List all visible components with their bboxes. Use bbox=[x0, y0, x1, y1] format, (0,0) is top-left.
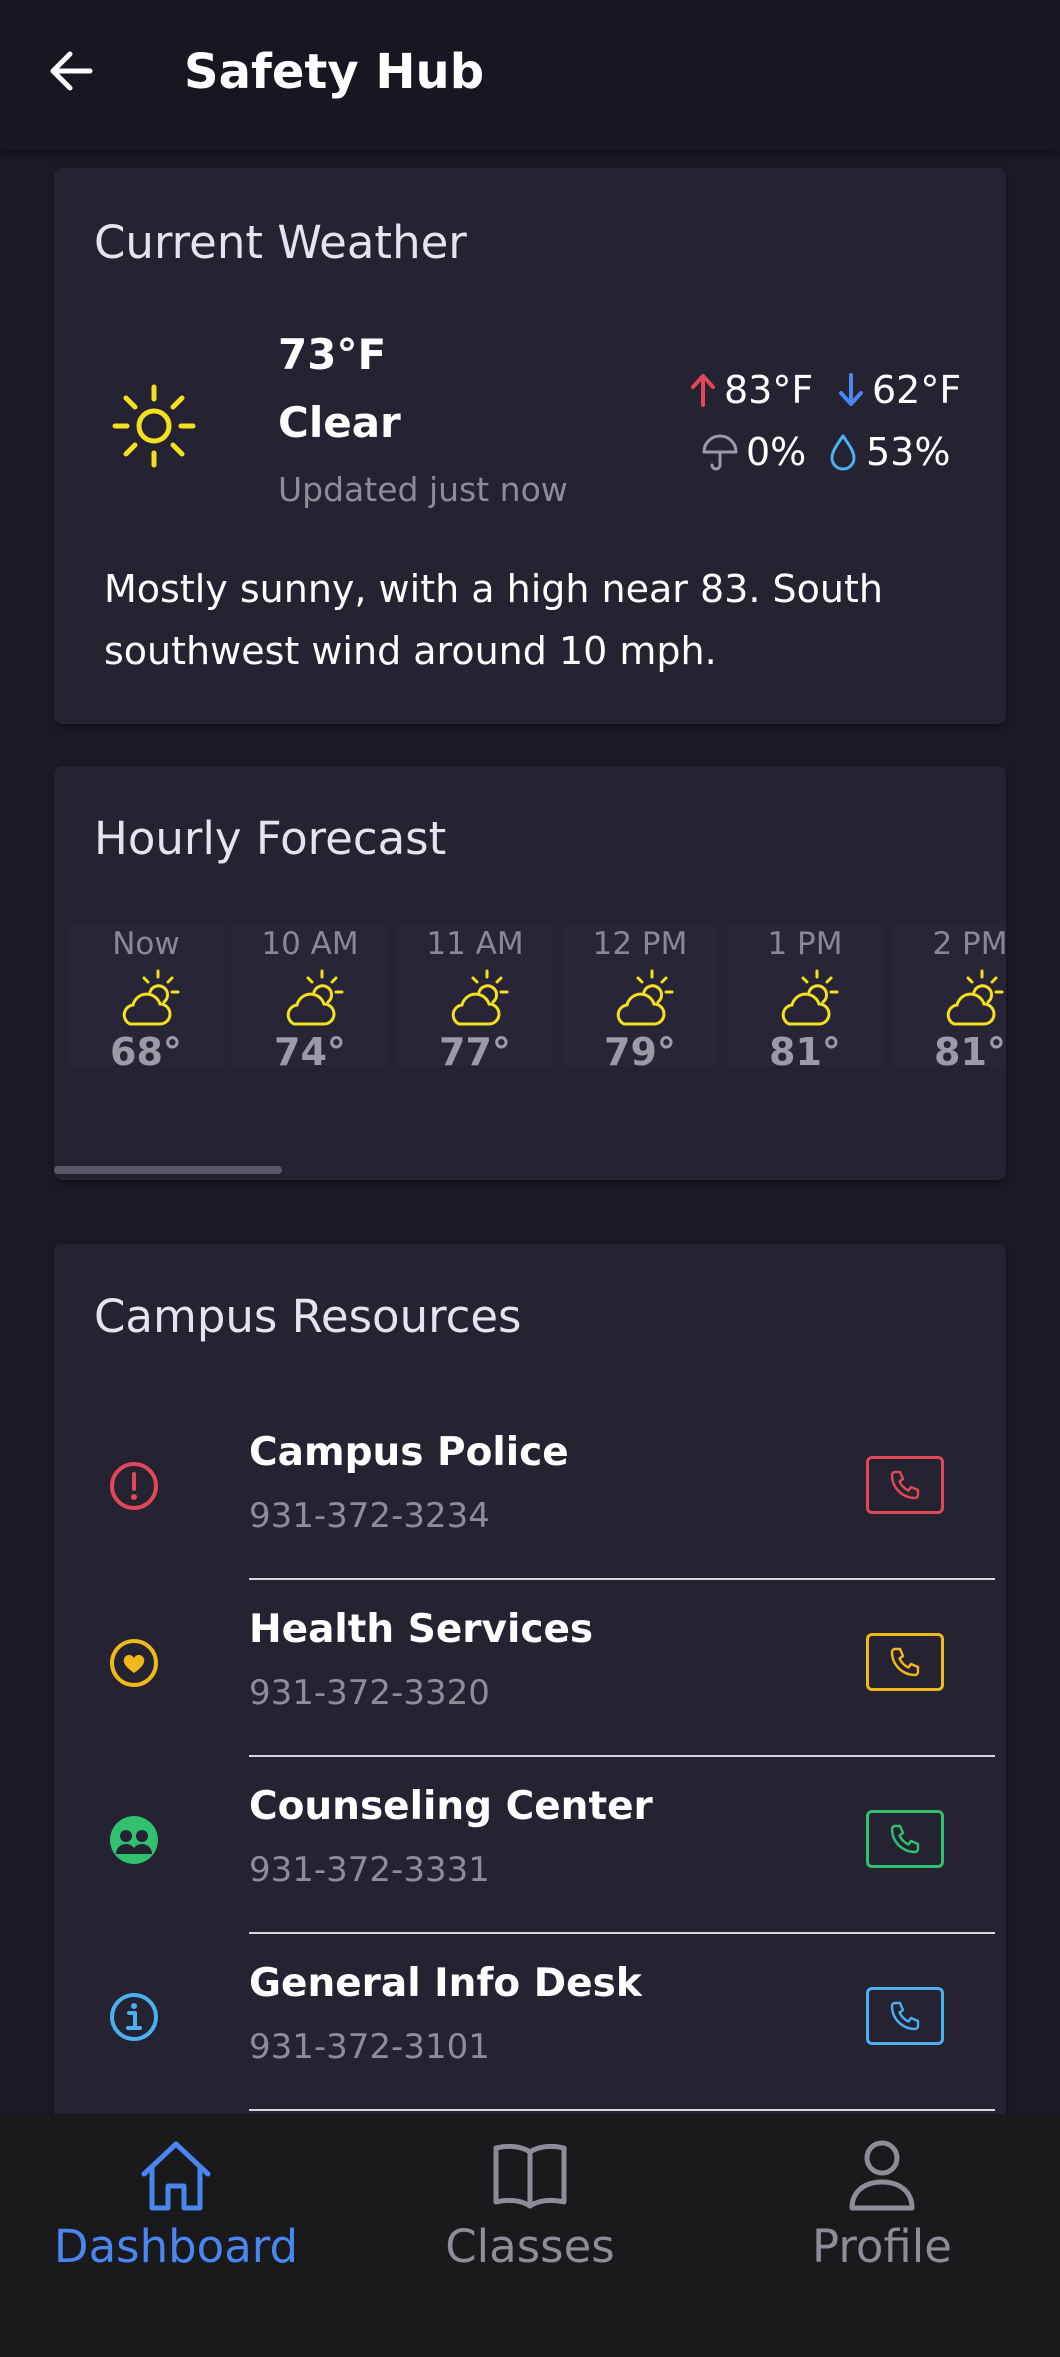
nav-classes[interactable]: Classes bbox=[380, 2136, 680, 2286]
hour-label: 12 PM bbox=[592, 926, 688, 962]
resource-row-health-services: Health Services 931-372-3320 bbox=[54, 1581, 1006, 1757]
page-title: Safety Hub bbox=[184, 44, 485, 100]
high-temp-stat: 83°F bbox=[688, 368, 813, 412]
umbrella-icon bbox=[702, 434, 738, 471]
book-icon bbox=[493, 2143, 567, 2209]
heart-circle-icon bbox=[110, 1639, 158, 1687]
hour-temp: 79° bbox=[604, 1030, 676, 1074]
hour-item[interactable]: 11 AM 77° bbox=[397, 926, 553, 1074]
resource-row-counseling-center: Counseling Center 931-372-3331 bbox=[54, 1758, 1006, 1934]
hour-item[interactable]: 1 PM 81° bbox=[727, 926, 883, 1074]
phone-icon bbox=[890, 1470, 920, 1500]
phone-icon bbox=[890, 2001, 920, 2031]
partly-cloudy-icon bbox=[616, 969, 674, 1026]
updated-timestamp: Updated just now bbox=[278, 470, 568, 509]
bottom-navigation: Dashboard Classes Profile bbox=[0, 2114, 1060, 2357]
resource-name: General Info Desk bbox=[249, 1961, 642, 2006]
partly-cloudy-icon bbox=[122, 969, 180, 1026]
call-general-info-desk-button[interactable] bbox=[866, 1987, 944, 2045]
hourly-forecast-card: Hourly Forecast Now 68° 10 AM 74° 11 AM … bbox=[54, 766, 1006, 1180]
hour-temp: 81° bbox=[934, 1030, 1006, 1074]
divider bbox=[249, 2109, 995, 2111]
nav-label: Profile bbox=[812, 2220, 952, 2273]
resource-phone: 931-372-3101 bbox=[249, 2027, 490, 2067]
partly-cloudy-icon bbox=[286, 969, 344, 1026]
app-bar: Safety Hub bbox=[0, 0, 1060, 150]
resource-phone: 931-372-3234 bbox=[249, 1496, 490, 1536]
resource-phone: 931-372-3331 bbox=[249, 1850, 490, 1890]
nav-label: Dashboard bbox=[53, 2220, 299, 2273]
precipitation-stat: 0% bbox=[700, 430, 806, 474]
divider bbox=[249, 1932, 995, 1934]
sun-icon bbox=[112, 384, 196, 468]
hour-item[interactable]: 12 PM 79° bbox=[562, 926, 718, 1074]
hour-item[interactable]: 2 PM 81° bbox=[892, 926, 1006, 1074]
hour-temp: 68° bbox=[110, 1030, 182, 1074]
nav-profile[interactable]: Profile bbox=[732, 2136, 1032, 2286]
people-circle-icon bbox=[110, 1816, 158, 1864]
campus-resources-title: Campus Resources bbox=[94, 1290, 522, 1343]
partly-cloudy-icon bbox=[781, 969, 839, 1026]
alert-circle-icon bbox=[110, 1462, 158, 1510]
person-icon bbox=[849, 2140, 915, 2211]
arrow-up-icon bbox=[691, 374, 715, 407]
call-counseling-center-button[interactable] bbox=[866, 1810, 944, 1868]
arrow-left-icon bbox=[50, 51, 93, 91]
hour-label: 11 AM bbox=[426, 926, 524, 962]
hourly-forecast-title: Hourly Forecast bbox=[94, 812, 447, 865]
home-icon bbox=[141, 2141, 211, 2211]
phone-icon bbox=[890, 1647, 920, 1677]
partly-cloudy-icon bbox=[451, 969, 509, 1026]
hour-temp: 74° bbox=[274, 1030, 346, 1074]
divider bbox=[249, 1755, 995, 1757]
resource-row-general-info-desk: General Info Desk 931-372-3101 bbox=[54, 1935, 1006, 2111]
hour-item[interactable]: 10 AM 74° bbox=[232, 926, 388, 1074]
hour-temp: 81° bbox=[769, 1030, 841, 1074]
back-button[interactable] bbox=[40, 40, 102, 102]
current-weather-title: Current Weather bbox=[94, 216, 467, 269]
precipitation-value: 0% bbox=[746, 430, 807, 474]
hour-label: 1 PM bbox=[767, 926, 843, 962]
info-circle-icon bbox=[110, 1993, 158, 2041]
resource-phone: 931-372-3320 bbox=[249, 1673, 490, 1713]
nav-label: Classes bbox=[445, 2220, 615, 2273]
droplet-icon bbox=[830, 434, 856, 471]
phone-icon bbox=[890, 1824, 920, 1854]
high-temp: 83°F bbox=[724, 368, 814, 412]
resource-name: Health Services bbox=[249, 1607, 594, 1652]
divider bbox=[249, 1578, 995, 1580]
current-temperature: 73°F bbox=[278, 330, 387, 379]
partly-cloudy-icon bbox=[946, 969, 1004, 1026]
humidity-value: 53% bbox=[866, 430, 951, 474]
campus-resources-card: Campus Resources Campus Police 931-372-3… bbox=[54, 1244, 1006, 2124]
low-temp: 62°F bbox=[872, 368, 962, 412]
resource-name: Counseling Center bbox=[249, 1784, 653, 1829]
hour-label: Now bbox=[112, 926, 180, 962]
call-campus-police-button[interactable] bbox=[866, 1456, 944, 1514]
hour-temp: 77° bbox=[439, 1030, 511, 1074]
weather-description: Mostly sunny, with a high near 83. South… bbox=[104, 567, 883, 673]
resource-row-campus-police: Campus Police 931-372-3234 bbox=[54, 1404, 1006, 1580]
current-condition: Clear bbox=[278, 398, 401, 447]
hour-label: 2 PM bbox=[932, 926, 1006, 962]
hour-item[interactable]: Now 68° bbox=[68, 926, 224, 1074]
arrow-down-icon bbox=[839, 373, 863, 406]
hour-label: 10 AM bbox=[261, 926, 359, 962]
resource-name: Campus Police bbox=[249, 1430, 569, 1475]
call-health-services-button[interactable] bbox=[866, 1633, 944, 1691]
current-weather-card: Current Weather 73°F Clear Updated just … bbox=[54, 168, 1006, 724]
nav-dashboard[interactable]: Dashboard bbox=[26, 2136, 326, 2286]
humidity-stat: 53% bbox=[826, 430, 950, 474]
scrollbar-thumb[interactable] bbox=[54, 1166, 282, 1174]
low-temp-stat: 62°F bbox=[836, 368, 961, 412]
